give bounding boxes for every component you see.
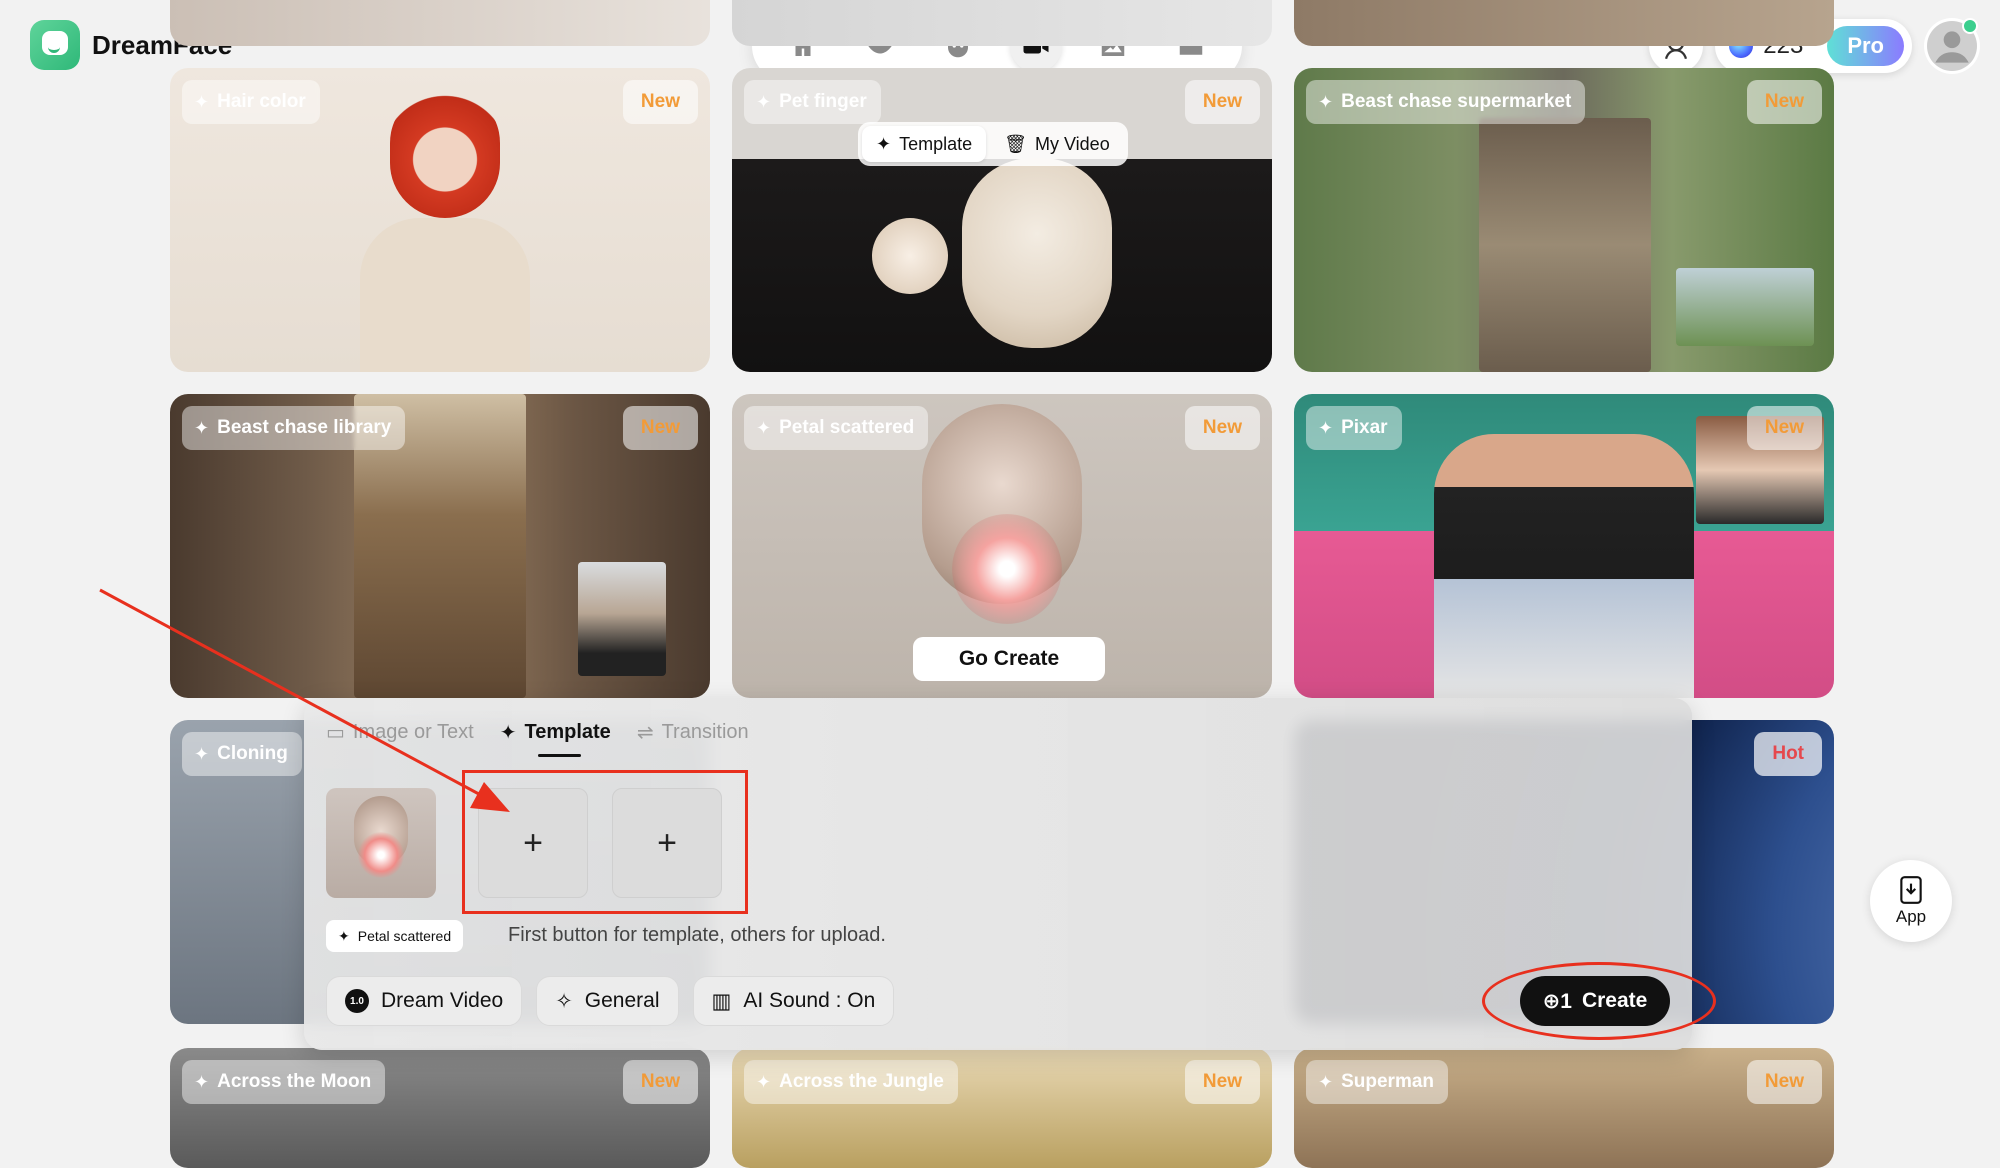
go-create-button[interactable]: Go Create [913,637,1105,681]
new-badge: New [1746,80,1822,124]
panel-tabs: ▭ Image or Text ✦ Template ⇌ Transition [326,720,749,757]
app-download-button[interactable]: App [1870,860,1952,942]
sparkle-icon: ✦ [756,1071,772,1092]
upload-hint: First button for template, others for up… [508,924,886,946]
sparkle-icon: ✦ [194,743,210,764]
card-beast-chase-library[interactable]: ✦ Beast chase library New [170,394,710,698]
sparkle-icon: ✦ [338,927,350,944]
sound-wave-icon: ▥ [711,989,732,1013]
card-tag: ✦ Across the Jungle [744,1060,958,1104]
card-tag: ✦ Petal scattered [744,406,929,450]
swap-arrows-icon: ⇌ [636,722,654,744]
sparkle-icon: ✦ [194,1071,210,1092]
sparkle-icon: ✦ [499,722,517,744]
model-select[interactable]: 1.0 Dream Video [326,976,523,1026]
petal-burst [952,514,1062,624]
sparkle-icon: ✦ [756,417,772,438]
sparkle-icon: ✦ [1318,91,1334,112]
supermarket-scene [1479,118,1651,372]
card-top-3[interactable] [1294,0,1834,46]
tab-template[interactable]: ✦ Template [499,720,611,757]
annotation-create-circle [1482,962,1716,1040]
card-tag: ✦ Superman [1306,1060,1449,1104]
new-badge: New [1184,1060,1260,1104]
hair-color-body [360,218,530,372]
card-tag: ✦ Cloning [182,732,302,776]
pixar-family [1434,434,1694,698]
new-badge: New [622,1060,698,1104]
supermarket-inset-photo [1676,268,1814,346]
pet-finger-cat [962,158,1112,348]
download-phone-icon [1900,876,1922,904]
new-badge: New [622,406,698,450]
card-tag: ✦ Beast chase supermarket [1306,80,1586,124]
card-petal-scattered[interactable]: ✦ Petal scattered New Go Create [732,394,1272,698]
library-inset-portrait [578,562,666,676]
card-pet-finger[interactable]: ✦ Pet finger New [732,68,1272,372]
hair-color-figure [390,88,500,218]
template-slot[interactable] [326,788,436,898]
app-label: App [1895,907,1927,926]
new-badge: New [1184,406,1260,450]
card-across-moon[interactable]: ✦ Across the Moon New [170,1048,710,1168]
model-version-badge: 1.0 [345,989,369,1013]
card-tag: ✦ Beast chase library [182,406,406,450]
magic-wand-icon: ✧ [555,989,573,1013]
template-myvideo-toggle: ✦ Template 🗑 My Video [858,122,1128,166]
sparkle-icon: ✦ [756,91,772,112]
hot-badge: Hot [1754,732,1822,776]
sparkle-icon: ✦ [876,133,892,154]
template-petal-burst [358,832,404,878]
template-name-pill: ✦ Petal scattered [326,920,464,952]
pro-button[interactable]: Pro [1827,26,1904,66]
card-tag: ✦ Across the Moon [182,1060,386,1104]
image-icon: ▭ [326,722,345,744]
user-avatar[interactable] [1924,18,1980,74]
card-superman[interactable]: ✦ Superman New [1294,1048,1834,1168]
card-tag: ✦ Hair color [182,80,320,124]
card-hair-color[interactable]: ✦ Hair color New [170,68,710,372]
card-tag: ✦ Pet finger [744,80,881,124]
card-beast-chase-supermarket[interactable]: ✦ Beast chase supermarket New [1294,68,1834,372]
trash-icon: 🗑 [1004,133,1027,154]
card-top-2[interactable] [732,0,1272,46]
toggle-my-video[interactable]: 🗑 My Video [990,126,1124,162]
card-top-1[interactable] [170,0,710,46]
panel-options: 1.0 Dream Video ✧ General ▥ AI Sound : On [326,976,895,1026]
sparkle-icon: ✦ [194,91,210,112]
new-badge: New [1746,1060,1822,1104]
card-pixar[interactable]: ✦ Pixar New [1294,394,1834,698]
new-badge: New [1746,406,1822,450]
online-status-dot [1962,18,1978,34]
style-select[interactable]: ✧ General [536,976,679,1026]
sparkle-icon: ✦ [1318,417,1334,438]
tab-image-or-text[interactable]: ▭ Image or Text [326,720,474,745]
annotation-highlight-box [462,770,748,914]
new-badge: New [622,80,698,124]
new-badge: New [1184,80,1260,124]
card-tag: ✦ Pixar [1306,406,1402,450]
dreamface-logo-icon [30,20,80,70]
ai-sound-toggle[interactable]: ▥ AI Sound : On [692,976,895,1026]
sparkle-icon: ✦ [194,417,210,438]
card-across-jungle[interactable]: ✦ Across the Jungle New [732,1048,1272,1168]
pet-finger-cake [872,218,948,294]
toggle-template[interactable]: ✦ Template [862,126,987,162]
creation-panel: ▭ Image or Text ✦ Template ⇌ Transition + +… [304,698,1716,1050]
sparkle-icon: ✦ [1318,1071,1334,1092]
tab-transition[interactable]: ⇌ Transition [637,720,749,745]
